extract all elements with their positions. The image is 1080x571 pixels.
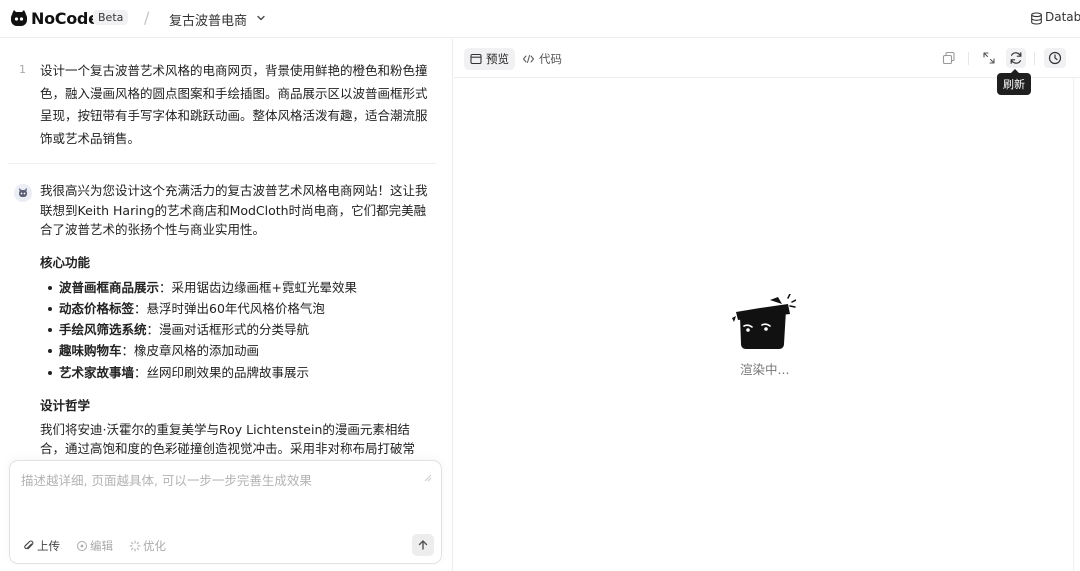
expand-input-icon[interactable] [422,472,432,482]
tab-preview-label: 预览 [486,52,509,66]
refresh-tooltip: 刷新 [997,69,1031,95]
assistant-message: 我很高兴为您设计这个充满活力的复古波普艺术风格电商网站！这让我联想到Keith … [40,181,432,459]
app-header: NoCode Beta / 复古波普电商 Databa [0,0,1080,38]
prompt-composer: 上传 编辑 优化 [9,460,442,564]
preview-toolbar: 预览 代码 刷新 [454,39,1080,95]
database-icon[interactable] [1030,12,1043,25]
nocode-logo-icon[interactable] [10,9,28,27]
edit-label: 编辑 [90,539,113,553]
edit-button[interactable]: 编辑 [76,538,113,554]
edit-target-icon [77,541,87,551]
copy-icon[interactable] [941,50,957,66]
upload-label: 上传 [37,539,60,553]
project-name[interactable]: 复古波普电商 [169,10,247,29]
arrow-up-icon [418,540,428,550]
list-item: 艺术家故事墙：丝网印刷效果的品牌故事展示 [40,362,432,383]
preview-scroll-edge [1073,78,1074,571]
expand-icon[interactable] [981,50,997,66]
chevron-down-icon[interactable] [255,12,267,24]
brand-name[interactable]: NoCode [31,9,99,28]
sparkle-icon [129,540,141,552]
paperclip-icon [24,540,34,550]
message-line-number: 1 [19,63,26,76]
message-divider [8,163,436,164]
history-clock-icon [1048,51,1062,65]
history-button[interactable] [1044,48,1066,68]
toolbar-divider [1034,52,1035,65]
list-item: 波普画框商品展示：采用锯齿边缘画框+霓虹光晕效果 [40,277,432,298]
toolbar-divider [968,52,969,65]
list-item: 手绘风筛选系统：漫画对话框形式的分类导航 [40,319,432,340]
user-message: 设计一个复古波普艺术风格的电商网页，背景使用鲜艳的橙色和粉色撞色，融入漫画风格的… [40,63,428,146]
window-icon [470,53,482,65]
list-item: 动态价格标签：悬浮时弹出60年代风格价格气泡 [40,298,432,319]
optimize-button[interactable]: 优化 [129,538,166,554]
breadcrumb-separator: / [144,8,150,27]
send-button[interactable] [412,534,434,556]
preview-panel: 预览 代码 刷新 渲染中... [454,39,1080,571]
list-item: 趣味购物车：橡皮章风格的添加动画 [40,340,432,361]
refresh-icon [1010,52,1022,64]
upload-button[interactable]: 上传 [23,538,60,554]
chat-panel: 1 设计一个复古波普艺术风格的电商网页，背景使用鲜艳的橙色和粉色撞色，融入漫画风… [0,39,453,571]
database-link[interactable]: Databa [1045,10,1080,24]
philosophy-text: 我们将安迪·沃霍尔的重复美学与Roy Lichtenstein的漫画元素相结合，… [40,421,416,457]
prompt-input[interactable] [21,470,411,520]
assistant-intro: 我很高兴为您设计这个充满活力的复古波普艺术风格电商网站！这让我联想到Keith … [40,183,428,237]
beta-badge: Beta [93,10,129,25]
philosophy-heading: 设计哲学 [40,397,91,413]
box-cat-mascot-icon [732,294,796,349]
features-list: 波普画框商品展示：采用锯齿边缘画框+霓虹光晕效果 动态价格标签：悬浮时弹出60年… [40,277,432,383]
loading-text: 渲染中... [740,362,790,377]
tab-preview[interactable]: 预览 [464,48,515,70]
tab-code-label: 代码 [539,52,562,66]
tab-code[interactable]: 代码 [516,48,568,70]
features-heading: 核心功能 [40,254,91,270]
refresh-button[interactable] [1006,48,1026,68]
optimize-label: 优化 [143,539,166,553]
assistant-avatar-icon [14,184,32,202]
code-brackets-icon [523,55,534,63]
